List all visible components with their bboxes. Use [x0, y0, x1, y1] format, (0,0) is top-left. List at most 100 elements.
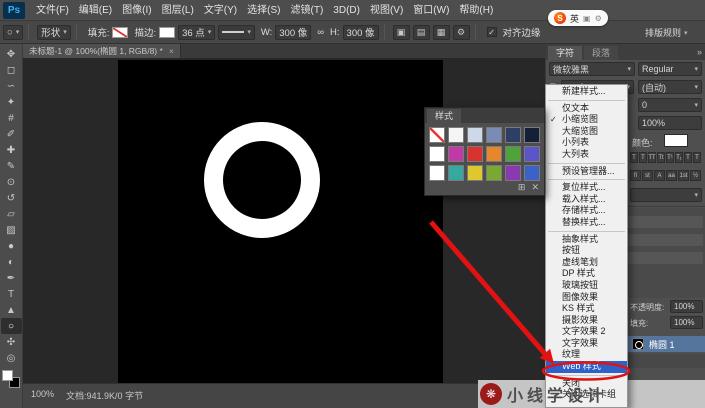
- styles-menu-item-11[interactable]: 复位样式...: [546, 182, 627, 194]
- styles-menu-item-1[interactable]: 新建样式...: [546, 86, 627, 98]
- type-tool[interactable]: T: [1, 286, 22, 302]
- styles-menu-item-26[interactable]: 纹理: [546, 349, 627, 361]
- type-style-button-7[interactable]: T: [684, 152, 692, 163]
- style-swatch-15[interactable]: [467, 165, 483, 181]
- ime-keyboard-icon[interactable]: ▣: [583, 14, 591, 23]
- type-style-button-3[interactable]: TT: [648, 152, 656, 163]
- styles-menu-item-27[interactable]: Web 样式: [546, 361, 627, 373]
- style-swatch-12[interactable]: [524, 146, 540, 162]
- clone-stamp-tool[interactable]: ⊙: [1, 174, 22, 190]
- style-swatch-9[interactable]: [467, 146, 483, 162]
- opentype-button-1[interactable]: fi: [630, 170, 641, 181]
- menubar-item-8[interactable]: 3D(D): [328, 0, 365, 21]
- tool-preset-picker[interactable]: ○ ▾: [3, 25, 23, 40]
- style-swatch-7[interactable]: [429, 146, 445, 162]
- styles-menu-item-17[interactable]: 按钮: [546, 245, 627, 257]
- styles-menu-item-20[interactable]: 玻璃按钮: [546, 280, 627, 292]
- vertical-scale-field[interactable]: 100%: [638, 116, 702, 130]
- styles-menu-item-5[interactable]: 大缩览图: [546, 126, 627, 138]
- style-swatch-6[interactable]: [524, 127, 540, 143]
- fill-color-swatch[interactable]: [112, 27, 128, 38]
- style-swatch-1[interactable]: [429, 127, 445, 143]
- shape-height-field[interactable]: 300 像: [343, 25, 379, 40]
- style-swatch-13[interactable]: [429, 165, 445, 181]
- gradient-tool[interactable]: ▨: [1, 222, 22, 238]
- close-tab-icon[interactable]: ×: [169, 44, 174, 58]
- styles-menu-item-23[interactable]: 摄影效果: [546, 315, 627, 327]
- styles-menu-item-3[interactable]: 仅文本: [546, 103, 627, 115]
- zoom-level-field[interactable]: 100%: [31, 389, 54, 408]
- path-op-icon-4[interactable]: ⚙: [453, 25, 470, 40]
- type-style-button-5[interactable]: T¹: [666, 152, 674, 163]
- path-op-icon-2[interactable]: ▤: [413, 25, 430, 40]
- styles-menu-item-21[interactable]: 图像效果: [546, 292, 627, 304]
- ime-language-toggle[interactable]: 英: [570, 12, 579, 25]
- path-selection-tool[interactable]: ▲: [1, 302, 22, 318]
- brush-tool[interactable]: ✎: [1, 158, 22, 174]
- menubar-item-11[interactable]: 帮助(H): [454, 0, 498, 21]
- layer-fill-field[interactable]: 100%: [670, 316, 703, 329]
- opentype-button-6[interactable]: ½: [690, 170, 701, 181]
- history-brush-tool[interactable]: ↺: [1, 190, 22, 206]
- ime-settings-icon[interactable]: ⚙: [595, 14, 602, 23]
- tracking-field[interactable]: 0 ▾: [638, 98, 702, 112]
- styles-menu-item-12[interactable]: 载入样式...: [546, 194, 627, 206]
- type-style-button-2[interactable]: T: [639, 152, 647, 163]
- styles-menu-item-18[interactable]: 虚线笔划: [546, 257, 627, 269]
- font-style-select[interactable]: Regular ▾: [638, 62, 702, 76]
- eyedropper-tool[interactable]: ✐: [1, 126, 22, 142]
- new-style-icon[interactable]: ⊞: [518, 182, 526, 193]
- leading-field[interactable]: (自动) ▾: [638, 80, 702, 94]
- styles-menu-item-14[interactable]: 替换样式...: [546, 217, 627, 229]
- move-tool[interactable]: ✥: [1, 46, 22, 62]
- delete-style-icon[interactable]: ✕: [531, 182, 539, 193]
- type-style-button-1[interactable]: T: [630, 152, 638, 163]
- hand-tool[interactable]: ✣: [1, 334, 22, 350]
- marquee-tool[interactable]: ◻: [1, 62, 22, 78]
- styles-menu-item-6[interactable]: 小列表: [546, 137, 627, 149]
- app-logo-icon[interactable]: Ps: [3, 2, 25, 19]
- styles-menu-item-7[interactable]: 大列表: [546, 149, 627, 161]
- style-swatch-17[interactable]: [505, 165, 521, 181]
- menubar-item-1[interactable]: 文件(F): [31, 0, 74, 21]
- blur-tool[interactable]: ●: [1, 238, 22, 254]
- style-swatch-10[interactable]: [486, 146, 502, 162]
- foreground-color-swatch[interactable]: [2, 370, 13, 381]
- path-op-icon-1[interactable]: ▣: [393, 25, 410, 40]
- menubar-item-5[interactable]: 文字(Y): [199, 0, 242, 21]
- lasso-tool[interactable]: ∽: [1, 78, 22, 94]
- style-swatch-11[interactable]: [505, 146, 521, 162]
- document-tab[interactable]: 未标题-1 @ 100%(椭圆 1, RGB/8) * ×: [23, 44, 181, 58]
- opacity-field[interactable]: 100%: [670, 300, 703, 313]
- stroke-width-field[interactable]: 36 点 ▾: [178, 25, 215, 40]
- menubar-item-2[interactable]: 编辑(E): [74, 0, 117, 21]
- styles-menu-item-22[interactable]: KS 样式: [546, 303, 627, 315]
- document-canvas[interactable]: [118, 60, 443, 383]
- styles-menu-item-4[interactable]: ✓小缩览图: [546, 114, 627, 126]
- shape-mode-select[interactable]: 形状 ▾: [37, 25, 71, 40]
- opentype-button-4[interactable]: aa: [666, 170, 677, 181]
- style-swatch-8[interactable]: [448, 146, 464, 162]
- style-swatch-2[interactable]: [448, 127, 464, 143]
- menubar-item-6[interactable]: 选择(S): [242, 0, 285, 21]
- crop-tool[interactable]: #: [1, 110, 22, 126]
- style-swatch-5[interactable]: [505, 127, 521, 143]
- type-style-button-6[interactable]: T₁: [675, 152, 683, 163]
- menubar-item-10[interactable]: 窗口(W): [408, 0, 454, 21]
- tab-paragraph[interactable]: 段落: [584, 46, 618, 60]
- anti-alias-select[interactable]: ▾: [630, 188, 702, 202]
- style-swatch-18[interactable]: [524, 165, 540, 181]
- style-swatch-14[interactable]: [448, 165, 464, 181]
- shape-width-field[interactable]: 300 像: [275, 25, 311, 40]
- opentype-button-3[interactable]: A: [654, 170, 665, 181]
- styles-menu-item-13[interactable]: 存储样式...: [546, 205, 627, 217]
- dodge-tool[interactable]: ◐: [1, 254, 22, 270]
- tab-character[interactable]: 字符: [548, 46, 582, 60]
- opentype-button-2[interactable]: st: [642, 170, 653, 181]
- menubar-item-3[interactable]: 图像(I): [117, 0, 156, 21]
- link-dimensions-icon[interactable]: ∞: [317, 27, 324, 38]
- healing-brush-tool[interactable]: ✚: [1, 142, 22, 158]
- zoom-tool[interactable]: ◎: [1, 350, 22, 366]
- stroke-type-select[interactable]: ▾: [218, 25, 255, 40]
- styles-menu-item-24[interactable]: 文字效果 2: [546, 326, 627, 338]
